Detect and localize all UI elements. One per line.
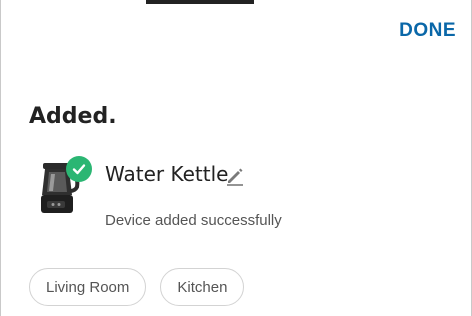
device-added-screen: DONE Added. Water Kettle Device added su… xyxy=(0,0,472,316)
page-title: Added. xyxy=(29,104,117,129)
pencil-icon[interactable] xyxy=(225,166,245,186)
status-text: Device added successfully xyxy=(105,212,282,229)
done-button[interactable]: DONE xyxy=(399,20,456,42)
device-name: Water Kettle xyxy=(105,162,229,186)
check-icon xyxy=(66,156,92,182)
device-row: Water Kettle Device added successfully xyxy=(39,156,459,240)
room-chip-kitchen[interactable]: Kitchen xyxy=(160,268,245,306)
room-chip-living-room[interactable]: Living Room xyxy=(29,268,147,306)
room-chips: Living Room Kitchen xyxy=(29,268,245,306)
top-bar-indicator xyxy=(146,0,254,4)
